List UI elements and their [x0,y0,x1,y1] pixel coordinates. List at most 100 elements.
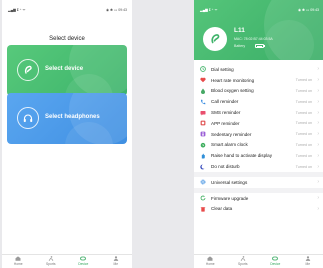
home-icon [207,256,213,261]
status-signal: ▂▄▆ 𝗜 ⁺ ᯤ [8,8,26,12]
menu-app-reminder[interactable]: APP reminder Turned on › [194,118,323,129]
drop-icon [200,88,206,94]
tab-device[interactable]: Device [67,255,100,268]
band-icon [211,34,220,44]
menu-value: Turned on [295,99,312,104]
menu-heart-rate[interactable]: Heart rate monitoring Turned on › [194,75,323,86]
menu-label: Heart rate monitoring [211,77,255,83]
tab-sports-label: Sports [45,261,56,266]
band-icon [17,59,39,81]
select-headphones-card[interactable]: Select headphones [7,93,127,144]
menu-value: Turned on [295,153,312,158]
chevron-right-icon: › [317,141,319,148]
menu-value: Turned on [295,110,312,115]
chevron-right-icon: › [317,163,319,170]
menu-firmware-upgrade[interactable]: Firmware upgrade › [194,193,323,204]
menu-sms-reminder[interactable]: SMS reminder Turned on › [194,107,323,118]
menu-dial-setting[interactable]: Dial setting › [194,64,323,75]
select-device-screen: ▂▄▆ 𝗜 ⁺ ᯤ ◉ ✱ ▭ 09:43 Select device Sele… [2,0,132,268]
menu-value: Turned on [295,78,312,83]
chevron-right-icon: › [317,120,319,127]
refresh-icon [200,195,206,201]
chevron-right-icon: › [317,98,319,105]
menu-label: Raise hand to activate display [211,153,273,159]
gear-icon [200,179,206,185]
sports-icon [48,256,54,261]
dial-icon [200,66,206,73]
menu-value: Turned on [295,164,312,169]
page-title: Select device [49,36,85,42]
tab-device-label: Device [270,261,281,266]
bottom-tab-bar: Home Sports Device Me [194,254,323,268]
device-avatar [203,27,227,51]
app-icon [200,120,206,126]
hand-icon [200,153,206,159]
menu-label: Dial setting [211,66,234,72]
tab-me-label: Me [305,261,311,266]
chevron-right-icon: › [317,205,319,212]
menu-blood-oxygen[interactable]: Blood oxygen setting Turned on › [194,86,323,97]
tab-home-label: Home [13,261,23,266]
status-clock: ◉ ✱ ▭ 09:43 [106,8,127,12]
moon-icon [200,164,206,170]
menu-value: Turned on [295,132,312,137]
menu-label: Clear data [211,206,233,212]
battery-icon [255,44,264,48]
chevron-right-icon: › [317,87,319,94]
menu-value: Turned on [295,142,312,147]
battery-label: Battery [234,44,246,48]
tab-sports[interactable]: Sports [35,255,68,268]
select-device-label: Select device [45,66,84,72]
menu-smart-alarm[interactable]: Smart alarm clock Turned on › [194,140,323,151]
headphones-icon [17,107,39,129]
menu-clear-data[interactable]: Clear data › [194,204,323,215]
menu-universal-settings[interactable]: Universal settings › [194,177,323,188]
chevron-right-icon: › [317,77,319,84]
status-clock: ◉ ✱ ▭ 09:43 [298,8,319,12]
menu-label: Blood oxygen setting [211,88,254,94]
sms-icon [200,110,206,116]
settings-menu: Dial setting › Heart rate monitoring Tur… [194,64,323,214]
sports-icon [240,256,246,261]
bottom-tab-bar: Home Sports Device Me [2,254,132,268]
tab-device[interactable]: Device [259,255,292,268]
tab-home[interactable]: Home [2,255,35,268]
menu-label: Universal settings [211,179,248,185]
chevron-right-icon: › [317,109,319,116]
select-headphones-label: Select headphones [45,114,100,120]
select-device-card[interactable]: Select device [7,45,127,96]
device-header: ▂▄▆ 𝗜 ⁺ ᯤ ◉ ✱ ▭ 09:43 L11 MAC: 78:02:B7:… [194,0,323,60]
tab-sports[interactable]: Sports [227,255,260,268]
alarm-icon [200,142,206,148]
tab-home[interactable]: Home [194,255,227,268]
chevron-right-icon: › [317,179,319,186]
menu-sedentary-reminder[interactable]: Sedentary reminder Turned on › [194,129,323,140]
tab-home-label: Home [205,261,215,266]
menu-label: Sedentary reminder [211,131,252,137]
home-icon [15,256,21,261]
menu-value: Turned on [295,88,312,93]
chevron-right-icon: › [317,131,319,138]
menu-label: Call reminder [211,99,239,105]
tab-me[interactable]: Me [292,255,323,268]
chevron-right-icon: › [317,195,319,202]
menu-label: Smart alarm clock [211,142,248,148]
device-settings-screen: ▂▄▆ 𝗜 ⁺ ᯤ ◉ ✱ ▭ 09:43 L11 MAC: 78:02:B7:… [194,0,323,268]
tab-sports-label: Sports [237,261,248,266]
device-icon [80,256,87,261]
chevron-right-icon: › [317,152,319,159]
trash-icon [200,206,206,212]
tab-me-label: Me [113,261,119,266]
menu-label: Do not disturb [211,164,240,170]
device-mac: MAC: 78:02:B7:44:03:5A [234,37,273,41]
tab-me[interactable]: Me [100,255,133,268]
phone-icon [200,99,206,105]
status-bar: ▂▄▆ 𝗜 ⁺ ᯤ ◉ ✱ ▭ 09:43 [2,8,132,14]
menu-label: SMS reminder [211,110,241,116]
person-icon [113,256,118,261]
status-bar: ▂▄▆ 𝗜 ⁺ ᯤ ◉ ✱ ▭ 09:43 [194,8,323,14]
menu-raise-hand[interactable]: Raise hand to activate display Turned on… [194,150,323,161]
menu-call-reminder[interactable]: Call reminder Turned on › [194,96,323,107]
menu-label: Firmware upgrade [211,195,249,201]
menu-do-not-disturb[interactable]: Do not disturb Turned on › [194,161,323,172]
